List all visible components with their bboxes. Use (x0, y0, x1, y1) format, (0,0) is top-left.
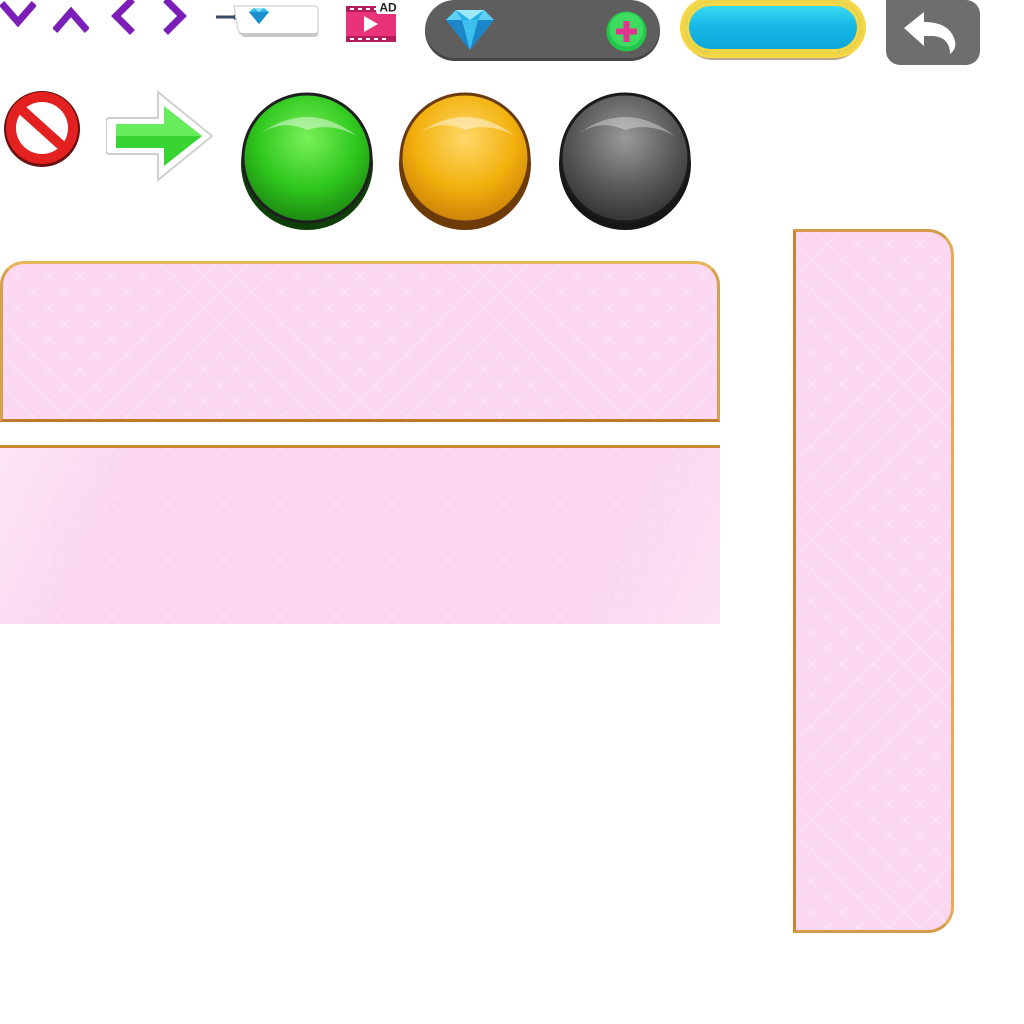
blue-pill-button[interactable] (683, 0, 863, 60)
ad-video-icon[interactable]: AD (344, 0, 400, 44)
chevron-left-icon[interactable] (106, 0, 142, 36)
no-entry-icon[interactable] (2, 88, 82, 170)
gem-currency-bar (425, 0, 660, 61)
gem-tag-icon (216, 5, 319, 37)
svg-text:AD: AD (379, 1, 397, 15)
yellow-orb-button[interactable] (397, 88, 533, 234)
plus-icon[interactable] (605, 10, 648, 53)
gem-count (505, 14, 605, 44)
blue-pill-label (686, 3, 866, 58)
pink-panel-header (0, 261, 720, 422)
pink-panel-side (793, 229, 954, 933)
sprite-sheet: AD (0, 0, 1024, 1024)
blue-pill-face (683, 0, 863, 55)
chevron-down-icon[interactable] (0, 0, 36, 36)
arrow-right-icon[interactable] (106, 88, 216, 186)
pink-panel-banner (0, 445, 720, 624)
gem-icon (446, 10, 494, 50)
chevron-right-icon[interactable] (158, 0, 194, 36)
back-button[interactable] (886, 0, 980, 65)
chevron-up-icon[interactable] (53, 0, 89, 36)
back-arrow-icon (904, 12, 956, 54)
gray-orb-button[interactable] (557, 88, 693, 234)
green-orb-button[interactable] (239, 88, 375, 234)
